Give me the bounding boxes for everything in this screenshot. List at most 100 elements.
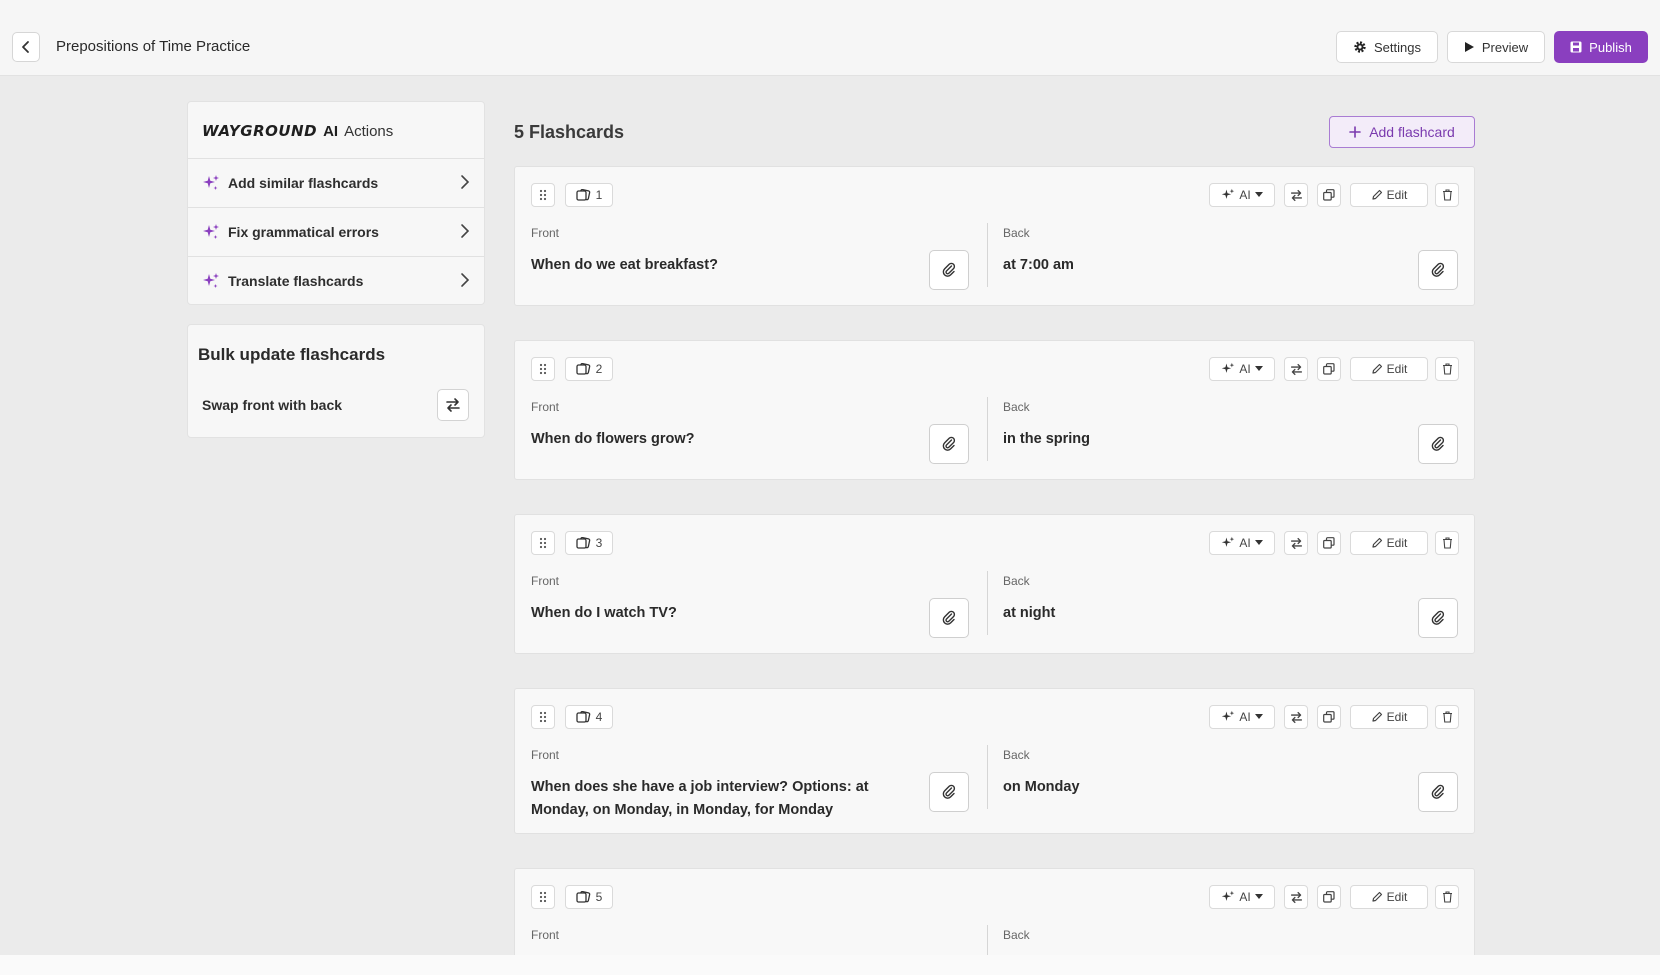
duplicate-card-button[interactable] (1317, 357, 1341, 381)
back-button[interactable] (12, 32, 40, 62)
copy-icon (1323, 363, 1335, 375)
copy-icon (1323, 711, 1335, 723)
ai-menu-button[interactable]: AI (1209, 531, 1275, 555)
ai-menu-button[interactable]: AI (1209, 357, 1275, 381)
card-number-chip: 2 (565, 357, 613, 381)
actions-label: Actions (344, 123, 394, 140)
back-label: Back (1003, 574, 1030, 588)
sparkle-icon (202, 174, 220, 192)
duplicate-card-button[interactable] (1317, 531, 1341, 555)
paperclip-icon (942, 436, 956, 452)
trash-icon (1442, 711, 1453, 723)
ai-label: AI (1239, 188, 1251, 202)
sparkle-icon (202, 223, 220, 241)
edit-label: Edit (1386, 362, 1408, 376)
drag-handle-icon[interactable] (531, 531, 555, 555)
card-front-text[interactable]: When does she have a job interview? Opti… (531, 776, 886, 822)
card-back-text[interactable]: at 7:00 am (1003, 254, 1383, 277)
back-attach-button[interactable] (1418, 424, 1458, 464)
duplicate-card-button[interactable] (1317, 705, 1341, 729)
ai-menu-button[interactable]: AI (1209, 885, 1275, 909)
swap-card-button[interactable] (1284, 885, 1308, 909)
ai-action-label: Add similar flashcards (228, 175, 379, 191)
ai-action-translate[interactable]: Translate flashcards (188, 256, 484, 305)
back-attach-button[interactable] (1418, 250, 1458, 290)
back-attach-button[interactable] (1418, 772, 1458, 812)
plus-icon (1349, 126, 1361, 138)
add-flashcard-button[interactable]: Add flashcard (1329, 116, 1475, 148)
back-attach-button[interactable] (1418, 598, 1458, 638)
edit-label: Edit (1386, 710, 1408, 724)
card-back-text[interactable]: on Monday (1003, 776, 1383, 799)
swap-card-button[interactable] (1284, 183, 1308, 207)
preview-button[interactable]: Preview (1447, 31, 1545, 63)
card-number: 3 (595, 536, 603, 550)
ai-actions-panel: WAYGROUND AI Actions Add similar flashca… (187, 101, 485, 305)
page-title: Prepositions of Time Practice (56, 38, 251, 55)
ai-action-add-similar[interactable]: Add similar flashcards (188, 158, 484, 207)
ai-label: AI (1239, 710, 1251, 724)
card-number-chip: 1 (565, 183, 613, 207)
ai-menu-button[interactable]: AI (1209, 705, 1275, 729)
card-number-chip: 5 (565, 885, 613, 909)
drag-handle-icon[interactable] (531, 183, 555, 207)
swap-all-button[interactable] (437, 389, 469, 421)
swap-card-button[interactable] (1284, 357, 1308, 381)
swap-front-back-label: Swap front with back (202, 397, 343, 413)
ai-action-fix-grammar[interactable]: Fix grammatical errors (188, 207, 484, 256)
bulk-update-title: Bulk update flashcards (198, 345, 386, 364)
card-divider (987, 223, 988, 287)
drag-handle-icon[interactable] (531, 885, 555, 909)
ai-actions-heading: WAYGROUND AI Actions (202, 122, 393, 140)
ai-menu-button[interactable]: AI (1209, 183, 1275, 207)
drag-handle-icon[interactable] (531, 357, 555, 381)
front-label: Front (531, 226, 560, 240)
back-label: Back (1003, 226, 1030, 240)
duplicate-card-button[interactable] (1317, 885, 1341, 909)
cards-icon (576, 891, 591, 903)
front-attach-button[interactable] (929, 772, 969, 812)
card-divider (987, 397, 988, 461)
edit-card-button[interactable]: Edit (1350, 531, 1428, 555)
delete-card-button[interactable] (1435, 183, 1459, 207)
front-attach-button[interactable] (929, 598, 969, 638)
card-front-text[interactable]: When do we eat breakfast? (531, 254, 886, 277)
delete-card-button[interactable] (1435, 885, 1459, 909)
delete-card-button[interactable] (1435, 705, 1459, 729)
front-attach-button[interactable] (929, 424, 969, 464)
edit-card-button[interactable]: Edit (1350, 705, 1428, 729)
sparkle-icon (1221, 710, 1235, 724)
sparkle-icon (1221, 890, 1235, 904)
front-attach-button[interactable] (929, 250, 969, 290)
publish-button[interactable]: Publish (1554, 31, 1648, 63)
swap-icon (1290, 891, 1303, 904)
pencil-icon (1371, 891, 1383, 903)
edit-card-button[interactable]: Edit (1350, 885, 1428, 909)
swap-card-button[interactable] (1284, 705, 1308, 729)
play-icon (1464, 41, 1475, 53)
card-front-text[interactable]: When do flowers grow? (531, 428, 886, 451)
swap-card-button[interactable] (1284, 531, 1308, 555)
card-back-text[interactable]: at night (1003, 602, 1383, 625)
bottom-edge (0, 955, 1660, 975)
caret-down-icon (1254, 894, 1263, 900)
flashcard-count: 5 Flashcards (514, 122, 625, 142)
ai-label: AI (1239, 362, 1251, 376)
save-icon (1570, 41, 1582, 53)
settings-button[interactable]: Settings (1336, 31, 1438, 63)
card-front-text[interactable]: When do I watch TV? (531, 602, 886, 625)
delete-card-button[interactable] (1435, 531, 1459, 555)
edit-label: Edit (1386, 188, 1408, 202)
trash-icon (1442, 537, 1453, 549)
card-back-text[interactable]: in the spring (1003, 428, 1383, 451)
bulk-update-panel: Bulk update flashcards Swap front with b… (187, 324, 485, 438)
card-divider (987, 571, 988, 635)
card-number: 1 (595, 188, 603, 202)
swap-icon (1290, 711, 1303, 724)
edit-card-button[interactable]: Edit (1350, 183, 1428, 207)
card-number-chip: 3 (565, 531, 613, 555)
drag-handle-icon[interactable] (531, 705, 555, 729)
delete-card-button[interactable] (1435, 357, 1459, 381)
duplicate-card-button[interactable] (1317, 183, 1341, 207)
edit-card-button[interactable]: Edit (1350, 357, 1428, 381)
